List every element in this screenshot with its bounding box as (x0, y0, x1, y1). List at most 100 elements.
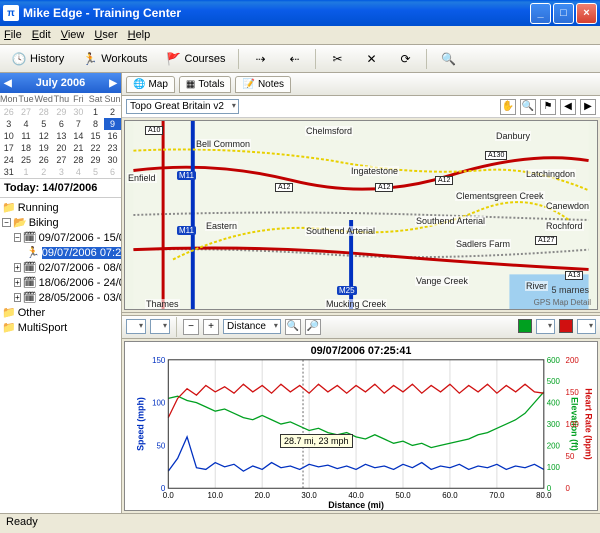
cal-day[interactable]: 24 (0, 154, 18, 166)
cal-day[interactable]: 2 (104, 106, 121, 118)
cal-day[interactable]: 7 (70, 118, 87, 130)
cal-day[interactable]: 11 (18, 130, 35, 142)
series-elev-toggle[interactable] (518, 319, 532, 333)
cal-day[interactable]: 8 (87, 118, 104, 130)
menu-view[interactable]: View (61, 29, 85, 41)
cal-day[interactable]: 4 (70, 166, 87, 178)
series-hr-toggle[interactable] (559, 319, 573, 333)
cal-day[interactable]: 29 (53, 106, 70, 118)
cal-day[interactable]: 22 (87, 142, 104, 154)
delete-button[interactable]: ✕ (356, 48, 386, 70)
zoom-icon[interactable]: 🔍 (285, 319, 301, 335)
cal-day[interactable]: 5 (35, 118, 53, 130)
expand-icon[interactable]: + (14, 278, 21, 287)
prev-icon[interactable]: ◀ (560, 99, 576, 115)
cal-day[interactable]: 16 (104, 130, 121, 142)
menu-help[interactable]: Help (128, 29, 151, 41)
prev-month-button[interactable]: ◀ (4, 78, 12, 89)
activity-tree[interactable]: 📁Running −📂Biking −🗓09/07/2006 - 15/07/2… (0, 198, 121, 513)
cal-day[interactable]: 29 (87, 154, 104, 166)
menu-user[interactable]: User (94, 29, 117, 41)
collapse-icon[interactable]: − (2, 218, 11, 227)
cal-day[interactable]: 21 (70, 142, 87, 154)
cal-day[interactable]: 23 (104, 142, 121, 154)
calendar-grid[interactable]: MonTueWedThuFriSatSun2627282930123456789… (0, 93, 121, 179)
tree-multisport[interactable]: 📁MultiSport (2, 320, 119, 335)
tree-range[interactable]: +🗓28/05/2006 - 03/06/20 (2, 290, 119, 305)
cal-day[interactable]: 17 (0, 142, 18, 154)
tree-range[interactable]: +🗓18/06/2006 - 24/06/20 (2, 275, 119, 290)
cal-day[interactable]: 18 (18, 142, 35, 154)
cal-day[interactable]: 14 (70, 130, 87, 142)
cal-day[interactable]: 26 (0, 106, 18, 118)
cal-day[interactable]: 1 (87, 106, 104, 118)
cal-day[interactable]: 3 (0, 118, 18, 130)
tree-range[interactable]: +🗓02/07/2006 - 08/07/20 (2, 260, 119, 275)
next-month-button[interactable]: ▶ (109, 78, 117, 89)
series-elev-select[interactable] (536, 319, 555, 334)
zoom-out-icon[interactable]: − (183, 319, 199, 335)
tree-biking[interactable]: −📂Biking (2, 215, 119, 230)
history-button[interactable]: 🕓History (4, 48, 71, 70)
cal-day[interactable]: 5 (87, 166, 104, 178)
maximize-button[interactable]: □ (553, 3, 574, 24)
map-source-select[interactable]: Topo Great Britain v2 (126, 99, 239, 114)
cal-day[interactable]: 30 (104, 154, 121, 166)
minimize-button[interactable]: _ (530, 3, 551, 24)
fit-icon[interactable]: 🔎 (305, 319, 321, 335)
sync-from-button[interactable]: ⇠ (279, 48, 309, 70)
cal-day[interactable]: 30 (70, 106, 87, 118)
sync-to-button[interactable]: ⇢ (245, 48, 275, 70)
chart-y2-select[interactable] (150, 319, 170, 334)
menu-file[interactable]: File (4, 29, 22, 41)
cal-day[interactable]: 19 (35, 142, 53, 154)
zoom-icon[interactable]: 🔍 (520, 99, 536, 115)
cal-day[interactable]: 13 (53, 130, 70, 142)
tab-notes[interactable]: 📝Notes (235, 76, 291, 93)
tab-map[interactable]: 🌐Map (126, 76, 175, 93)
workouts-button[interactable]: 🏃Workouts (75, 48, 154, 70)
expand-icon[interactable]: + (14, 293, 21, 302)
tab-totals[interactable]: ▦Totals (179, 76, 232, 93)
search-button[interactable]: 🔍 (433, 48, 463, 70)
chart-y-select[interactable] (126, 319, 146, 334)
courses-button[interactable]: 🚩Courses (159, 48, 233, 70)
cut-button[interactable]: ✂ (322, 48, 352, 70)
tree-running[interactable]: 📁Running (2, 200, 119, 215)
cal-day[interactable]: 28 (70, 154, 87, 166)
cal-day[interactable]: 1 (18, 166, 35, 178)
expand-icon[interactable]: + (14, 263, 21, 272)
close-button[interactable]: × (576, 3, 597, 24)
cal-day[interactable]: 2 (35, 166, 53, 178)
tree-activity-selected[interactable]: 🏃09/07/2006 07:25 (2, 245, 119, 260)
cal-day[interactable]: 12 (35, 130, 53, 142)
x-axis-select[interactable]: Distance (223, 319, 281, 334)
collapse-icon[interactable]: − (14, 233, 21, 242)
pan-icon[interactable]: ✋ (500, 99, 516, 115)
cal-day[interactable]: 6 (104, 166, 121, 178)
menu-edit[interactable]: Edit (32, 29, 51, 41)
cal-day[interactable]: 28 (35, 106, 53, 118)
cal-day[interactable]: 10 (0, 130, 18, 142)
next-icon[interactable]: ▶ (580, 99, 596, 115)
cal-day[interactable]: 6 (53, 118, 70, 130)
chart-view[interactable]: 09/07/2006 07:25:410.010.020.030.040.050… (124, 341, 598, 511)
cal-day[interactable]: 27 (18, 106, 35, 118)
tree-range[interactable]: −🗓09/07/2006 - 15/07/20 (2, 230, 119, 245)
flag-icon[interactable]: ⚑ (540, 99, 556, 115)
today-label[interactable]: Today: 14/07/2006 (0, 179, 121, 198)
zoom-in-icon[interactable]: + (203, 319, 219, 335)
cal-day[interactable]: 26 (35, 154, 53, 166)
map-view[interactable]: Bell Common Chelmsford Danbury Enfield I… (124, 120, 598, 310)
cal-day[interactable]: 31 (0, 166, 18, 178)
tree-other[interactable]: 📁Other (2, 305, 119, 320)
cal-day[interactable]: 4 (18, 118, 35, 130)
series-hr-select[interactable] (577, 319, 596, 334)
cal-day[interactable]: 9 (104, 118, 121, 130)
refresh-button[interactable]: ⟳ (390, 48, 420, 70)
cal-day[interactable]: 27 (53, 154, 70, 166)
cal-day[interactable]: 15 (87, 130, 104, 142)
cal-day[interactable]: 25 (18, 154, 35, 166)
cal-day[interactable]: 20 (53, 142, 70, 154)
cal-day[interactable]: 3 (53, 166, 70, 178)
